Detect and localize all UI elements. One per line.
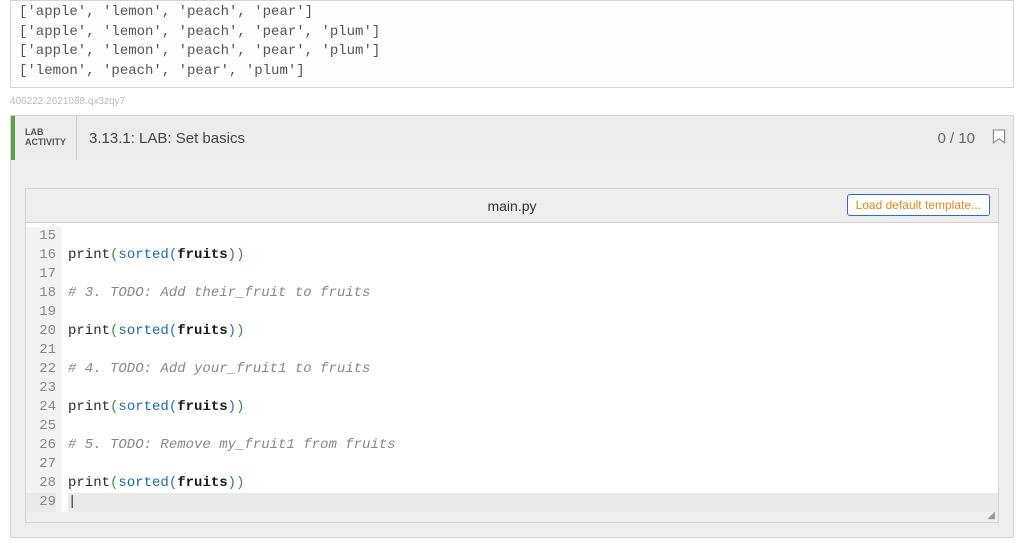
- load-default-template-button[interactable]: Load default template...: [847, 194, 990, 216]
- resize-handle[interactable]: ◢: [26, 512, 998, 522]
- code-line[interactable]: [68, 417, 998, 436]
- code-line[interactable]: print(sorted(fruits)): [68, 474, 998, 493]
- code-line[interactable]: [68, 455, 998, 474]
- lab-label-bottom: ACTIVITY: [25, 138, 66, 148]
- code-line[interactable]: [68, 227, 998, 246]
- code-area[interactable]: 151617181920212223242526272829 print(sor…: [26, 223, 998, 512]
- output-line: ['apple', 'lemon', 'peach', 'pear', 'plu…: [19, 23, 1005, 43]
- code-line[interactable]: # 5. TODO: Remove my_fruit1 from fruits: [68, 436, 998, 455]
- code-lines[interactable]: print(sorted(fruits)) # 3. TODO: Add thei…: [62, 227, 998, 512]
- code-line[interactable]: [68, 265, 998, 284]
- output-line: ['lemon', 'peach', 'pear', 'plum']: [19, 62, 1005, 82]
- lab-title: 3.13.1: LAB: Set basics: [77, 116, 927, 160]
- code-line[interactable]: print(sorted(fruits)): [68, 246, 998, 265]
- code-line[interactable]: print(sorted(fruits)): [68, 398, 998, 417]
- code-line[interactable]: # 3. TODO: Add their_fruit to fruits: [68, 284, 998, 303]
- code-line[interactable]: [68, 341, 998, 360]
- lab-activity-panel: LAB ACTIVITY 3.13.1: LAB: Set basics 0 /…: [10, 115, 1014, 538]
- code-editor[interactable]: main.py Load default template... 1516171…: [25, 188, 999, 523]
- code-line[interactable]: [68, 379, 998, 398]
- bookmark-icon[interactable]: [985, 116, 1013, 160]
- output-line: ['apple', 'lemon', 'peach', 'pear']: [19, 3, 1005, 23]
- lab-activity-badge: LAB ACTIVITY: [15, 116, 77, 160]
- code-line[interactable]: |: [68, 493, 998, 512]
- code-line[interactable]: print(sorted(fruits)): [68, 322, 998, 341]
- program-output: ['apple', 'lemon', 'peach', 'pear'] ['ap…: [10, 0, 1014, 88]
- line-number-gutter: 151617181920212223242526272829: [26, 227, 62, 512]
- editor-header: main.py Load default template...: [26, 189, 998, 223]
- question-id: 406222.2621088.qx3zqy7: [10, 96, 1024, 107]
- lab-header: LAB ACTIVITY 3.13.1: LAB: Set basics 0 /…: [11, 116, 1013, 160]
- code-line[interactable]: [68, 303, 998, 322]
- lab-score: 0 / 10: [927, 116, 985, 160]
- output-line: ['apple', 'lemon', 'peach', 'pear', 'plu…: [19, 42, 1005, 62]
- code-line[interactable]: # 4. TODO: Add your_fruit1 to fruits: [68, 360, 998, 379]
